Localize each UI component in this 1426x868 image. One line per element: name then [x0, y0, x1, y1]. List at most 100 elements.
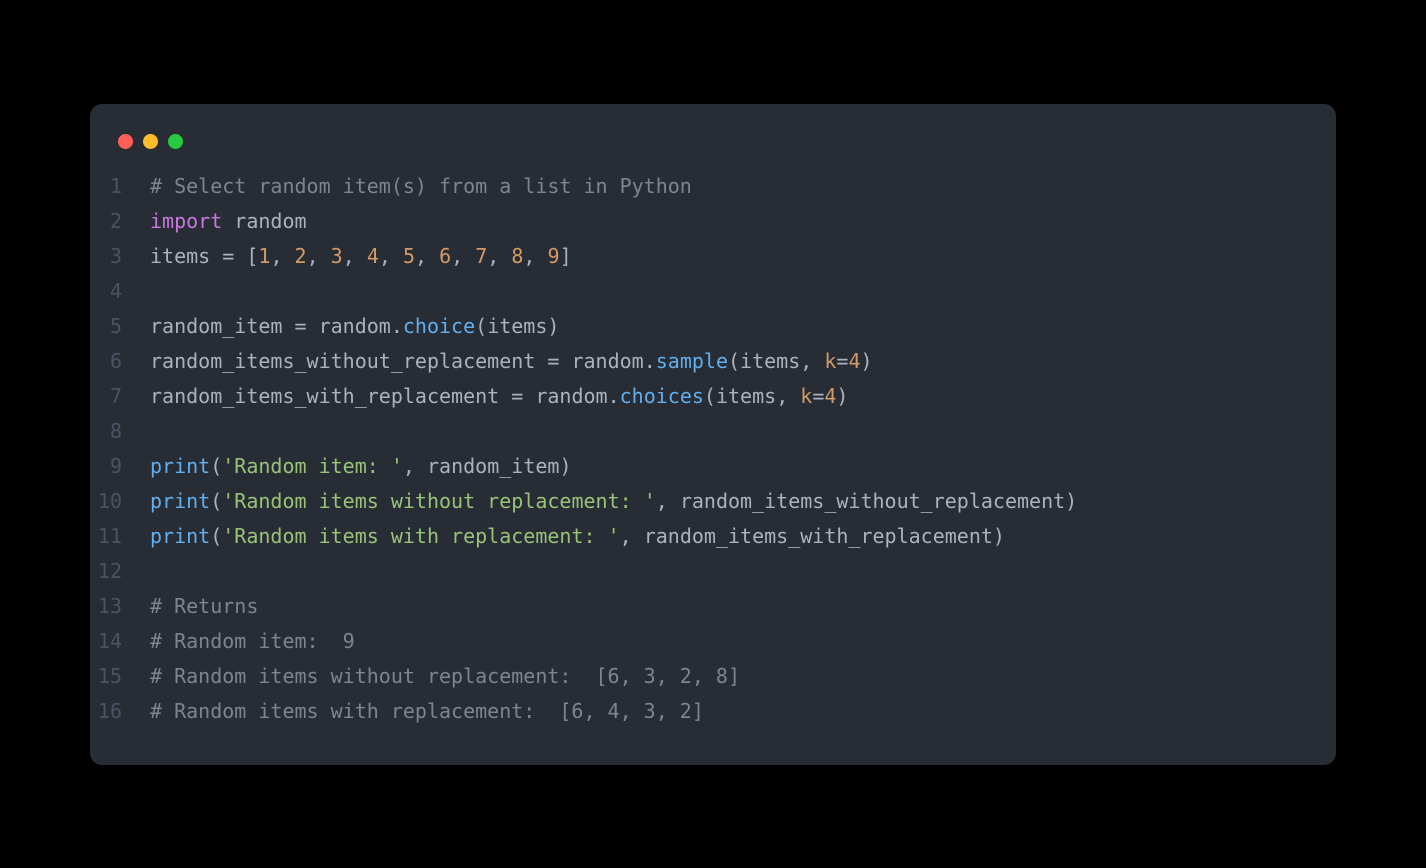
token: # Random items without replacement: [6, …: [150, 664, 740, 688]
line-content[interactable]: print('Random items without replacement:…: [150, 484, 1077, 519]
token: ,: [415, 244, 439, 268]
token: 7: [475, 244, 487, 268]
code-line[interactable]: 2import random: [90, 204, 1336, 239]
token: ,: [270, 244, 294, 268]
token: random_item: [427, 454, 559, 478]
line-number: 2: [90, 204, 150, 239]
token: (: [475, 314, 487, 338]
line-number: 15: [90, 659, 150, 694]
token: =: [222, 244, 234, 268]
token: items: [487, 314, 547, 338]
token: random: [307, 314, 391, 338]
line-number: 1: [90, 169, 150, 204]
token: import: [150, 209, 222, 233]
code-line[interactable]: 6random_items_without_replacement = rand…: [90, 344, 1336, 379]
line-number: 11: [90, 519, 150, 554]
line-content[interactable]: print('Random items with replacement: ',…: [150, 519, 1005, 554]
line-number: 9: [90, 449, 150, 484]
code-line[interactable]: 15# Random items without replacement: [6…: [90, 659, 1336, 694]
token: (: [210, 454, 222, 478]
token: # Random item: 9: [150, 629, 355, 653]
line-number: 7: [90, 379, 150, 414]
code-line[interactable]: 5random_item = random.choice(items): [90, 309, 1336, 344]
token: =: [511, 384, 523, 408]
line-content[interactable]: random_items_with_replacement = random.c…: [150, 379, 848, 414]
code-line[interactable]: 7random_items_with_replacement = random.…: [90, 379, 1336, 414]
token: ,: [451, 244, 475, 268]
line-number: 10: [90, 484, 150, 519]
token: 'Random items with replacement: ': [222, 524, 619, 548]
line-content[interactable]: # Select random item(s) from a list in P…: [150, 169, 692, 204]
code-line[interactable]: 3items = [1, 2, 3, 4, 5, 6, 7, 8, 9]: [90, 239, 1336, 274]
token: random_item: [150, 314, 295, 338]
line-number: 3: [90, 239, 150, 274]
token: choice: [403, 314, 475, 338]
line-number: 16: [90, 694, 150, 729]
token: random: [523, 384, 607, 408]
token: .: [608, 384, 620, 408]
token: items: [150, 244, 222, 268]
minimize-icon[interactable]: [143, 134, 158, 149]
window-titlebar: [90, 128, 1336, 169]
line-content[interactable]: # Random item: 9: [150, 624, 355, 659]
code-line[interactable]: 16# Random items with replacement: [6, 4…: [90, 694, 1336, 729]
token: items: [740, 349, 800, 373]
line-content[interactable]: print('Random item: ', random_item): [150, 449, 571, 484]
code-window: 1# Select random item(s) from a list in …: [90, 104, 1336, 765]
line-content[interactable]: items = [1, 2, 3, 4, 5, 6, 7, 8, 9]: [150, 239, 572, 274]
line-number: 6: [90, 344, 150, 379]
line-number: 8: [90, 414, 150, 449]
code-line[interactable]: 10print('Random items without replacemen…: [90, 484, 1336, 519]
token: ): [836, 384, 848, 408]
token: ): [861, 349, 873, 373]
token: ,: [307, 244, 331, 268]
line-content[interactable]: random_item = random.choice(items): [150, 309, 559, 344]
token: 5: [403, 244, 415, 268]
code-line[interactable]: 11print('Random items with replacement: …: [90, 519, 1336, 554]
close-icon[interactable]: [118, 134, 133, 149]
token: [: [246, 244, 258, 268]
token: ,: [487, 244, 511, 268]
line-number: 13: [90, 589, 150, 624]
code-line[interactable]: 12: [90, 554, 1336, 589]
token: random: [559, 349, 643, 373]
code-line[interactable]: 13# Returns: [90, 589, 1336, 624]
token: items: [716, 384, 776, 408]
code-line[interactable]: 1# Select random item(s) from a list in …: [90, 169, 1336, 204]
code-line[interactable]: 4: [90, 274, 1336, 309]
token: .: [391, 314, 403, 338]
line-content[interactable]: random_items_without_replacement = rando…: [150, 344, 873, 379]
line-content[interactable]: # Random items without replacement: [6, …: [150, 659, 740, 694]
code-line[interactable]: 14# Random item: 9: [90, 624, 1336, 659]
code-editor[interactable]: 1# Select random item(s) from a list in …: [90, 169, 1336, 729]
code-line[interactable]: 8: [90, 414, 1336, 449]
token: ): [547, 314, 559, 338]
token: random_items_without_replacement: [680, 489, 1065, 513]
token: .: [644, 349, 656, 373]
token: 9: [548, 244, 560, 268]
line-number: 4: [90, 274, 150, 309]
token: ,: [523, 244, 547, 268]
token: sample: [656, 349, 728, 373]
line-content[interactable]: # Random items with replacement: [6, 4, …: [150, 694, 704, 729]
token: # Select random item(s) from a list in P…: [150, 174, 692, 198]
token: ): [993, 524, 1005, 548]
token: print: [150, 454, 210, 478]
line-number: 14: [90, 624, 150, 659]
line-content[interactable]: import random: [150, 204, 307, 239]
token: (: [210, 489, 222, 513]
line-number: 12: [90, 554, 150, 589]
token: 1: [258, 244, 270, 268]
token: 2: [295, 244, 307, 268]
token: choices: [620, 384, 704, 408]
zoom-icon[interactable]: [168, 134, 183, 149]
token: =: [812, 384, 824, 408]
token: =: [836, 349, 848, 373]
code-line[interactable]: 9print('Random item: ', random_item): [90, 449, 1336, 484]
token: print: [150, 489, 210, 513]
token: (: [728, 349, 740, 373]
token: (: [704, 384, 716, 408]
line-content[interactable]: # Returns: [150, 589, 258, 624]
token: 8: [511, 244, 523, 268]
token: [234, 244, 246, 268]
